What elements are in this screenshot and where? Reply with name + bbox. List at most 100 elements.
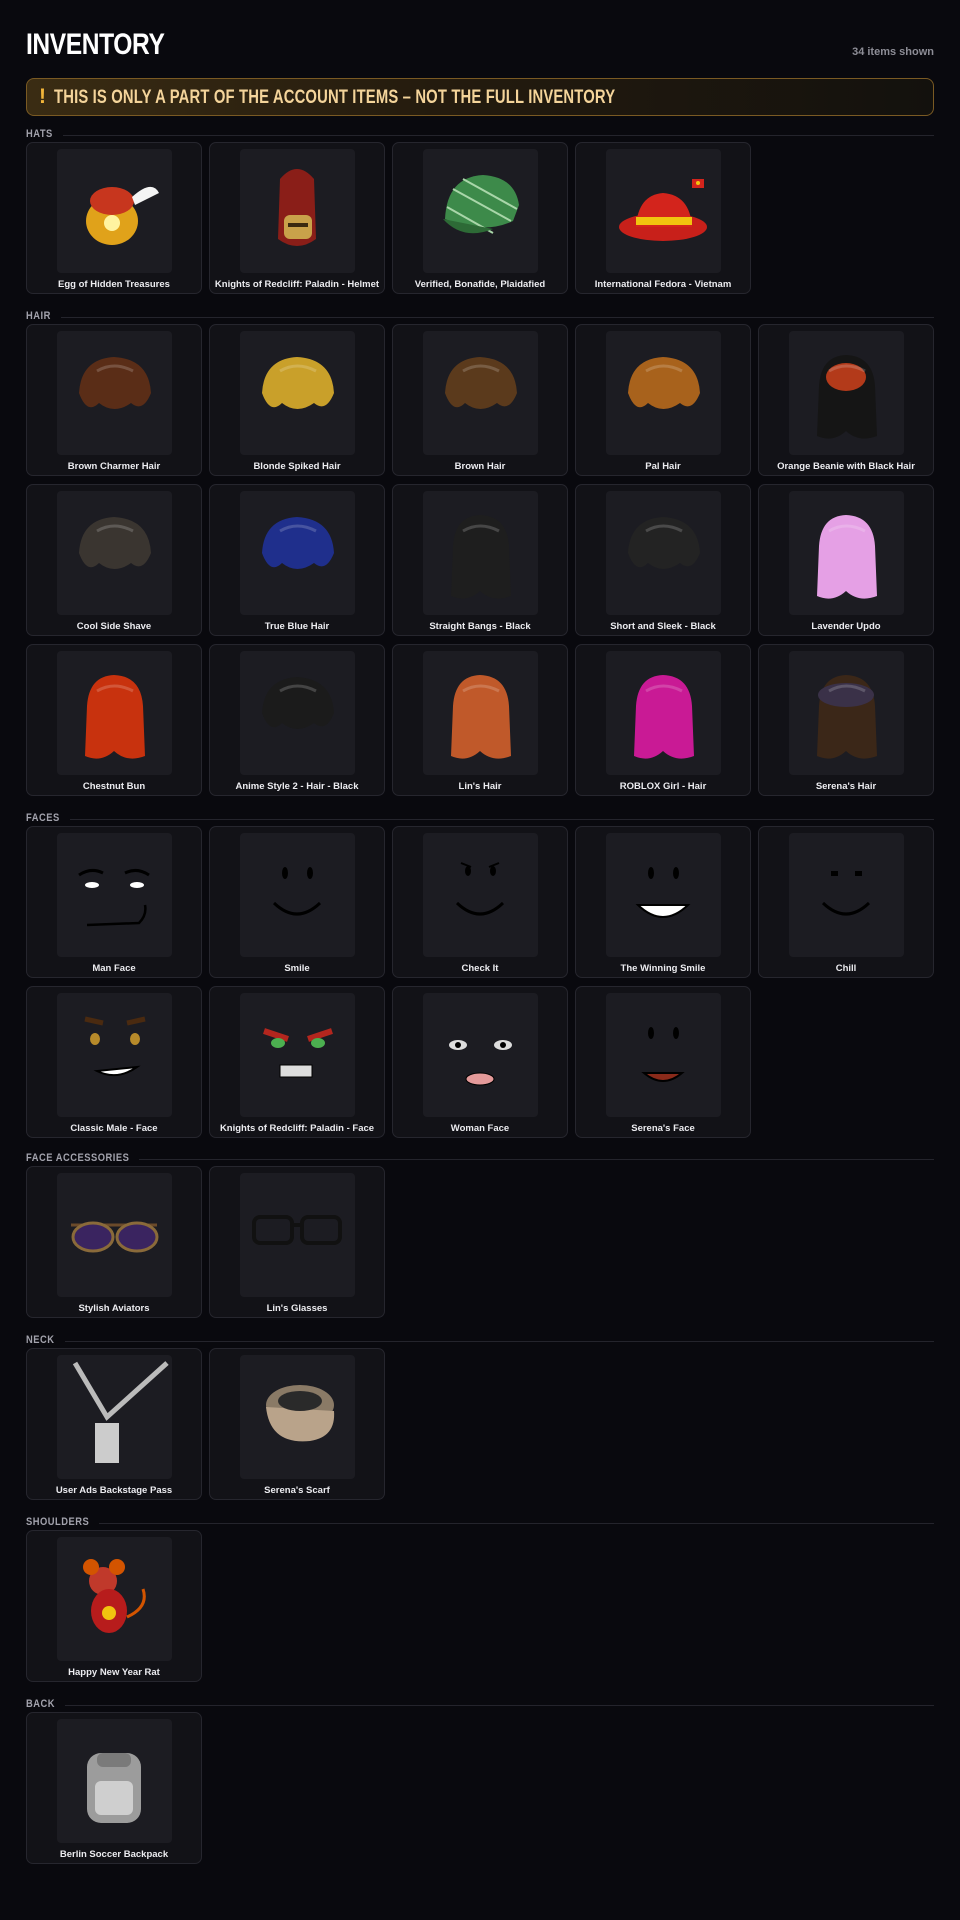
face-icon (57, 833, 172, 957)
item-card[interactable]: Brown Hair (392, 324, 568, 476)
face-icon (423, 993, 538, 1117)
item-card[interactable]: Orange Beanie with Black Hair (758, 324, 934, 476)
hair-icon (240, 651, 355, 775)
item-card[interactable]: Chill (758, 826, 934, 978)
item-card[interactable]: Knights of Redcliff: Paladin - Face (209, 986, 385, 1138)
item-card[interactable]: Happy New Year Rat (26, 1530, 202, 1682)
hair-icon (240, 331, 355, 455)
item-name: User Ads Backstage Pass (55, 1485, 173, 1496)
helmet-icon (240, 149, 355, 273)
item-name: Smile (284, 963, 310, 974)
item-card[interactable]: Woman Face (392, 986, 568, 1138)
item-card[interactable]: Pal Hair (575, 324, 751, 476)
item-name: True Blue Hair (264, 621, 330, 632)
section-hair: HAIR Brown Charmer Hair Blonde Spiked Hair… (26, 310, 934, 796)
item-name: Knights of Redcliff: Paladin - Face (219, 1123, 375, 1134)
section-title: FACES (26, 812, 60, 824)
section-faces: FACES Man Face Smile Check It The Winning Sm… (26, 812, 934, 1138)
item-card[interactable]: Anime Style 2 - Hair - Black (209, 644, 385, 796)
item-card[interactable]: Lin's Hair (392, 644, 568, 796)
item-card[interactable]: Stylish Aviators (26, 1166, 202, 1318)
item-name: The Winning Smile (620, 963, 706, 974)
section-header: NECK (26, 1334, 934, 1348)
item-card[interactable]: Serena's Face (575, 986, 751, 1138)
item-name: Lin's Hair (458, 781, 502, 792)
item-card[interactable]: Chestnut Bun (26, 644, 202, 796)
section-title: HATS (26, 128, 53, 140)
section-divider (62, 135, 934, 136)
hair-icon (240, 491, 355, 615)
beanie-hair-icon (789, 331, 904, 455)
item-card[interactable]: Serena's Scarf (209, 1348, 385, 1500)
section-divider (69, 819, 934, 820)
section-header: BACK (26, 1698, 934, 1712)
item-card[interactable]: Smile (209, 826, 385, 978)
item-card[interactable]: Short and Sleek - Black (575, 484, 751, 636)
item-name: Check It (461, 963, 499, 974)
item-name: Lavender Updo (811, 621, 881, 632)
face-icon (789, 833, 904, 957)
section-title: HAIR (26, 310, 51, 322)
item-card[interactable]: Blonde Spiked Hair (209, 324, 385, 476)
section-title: FACE ACCESSORIES (26, 1152, 130, 1164)
section-header: SHOULDERS (26, 1516, 934, 1530)
long-hair-icon (423, 651, 538, 775)
item-card[interactable]: True Blue Hair (209, 484, 385, 636)
item-card[interactable]: Egg of Hidden Treasures (26, 142, 202, 294)
sunglasses-icon (57, 1173, 172, 1297)
warning-icon: ! (39, 85, 46, 108)
item-name: Anime Style 2 - Hair - Black (235, 781, 359, 792)
item-name: Serena's Face (631, 1123, 695, 1134)
item-card[interactable]: Serena's Hair (758, 644, 934, 796)
item-name: Chestnut Bun (82, 781, 146, 792)
lanyard-icon (57, 1355, 172, 1479)
item-name: Lin's Glasses (266, 1303, 328, 1314)
item-count: 34 items shown (852, 46, 934, 58)
section-divider (65, 1705, 934, 1706)
item-card[interactable]: Brown Charmer Hair (26, 324, 202, 476)
item-name: Short and Sleek - Black (610, 621, 716, 632)
section-title: BACK (26, 1698, 56, 1710)
item-name: Chill (835, 963, 857, 974)
item-name: Knights of Redcliff: Paladin - Helmet (214, 279, 380, 290)
section-face-accessories: FACE ACCESSORIES Stylish Aviators Lin's Gl… (26, 1152, 934, 1318)
item-card[interactable]: International Fedora - Vietnam (575, 142, 751, 294)
item-card[interactable]: Berlin Soccer Backpack (26, 1712, 202, 1864)
item-card[interactable]: ROBLOX Girl - Hair (575, 644, 751, 796)
item-name: Serena's Scarf (264, 1485, 330, 1496)
item-name: Straight Bangs - Black (429, 621, 531, 632)
item-name: Cool Side Shave (76, 621, 152, 632)
item-card[interactable]: Classic Male - Face (26, 986, 202, 1138)
rat-icon (57, 1537, 172, 1661)
item-card[interactable]: Check It (392, 826, 568, 978)
item-name: Orange Beanie with Black Hair (777, 461, 915, 472)
item-card[interactable]: Lavender Updo (758, 484, 934, 636)
section-title: NECK (26, 1334, 55, 1346)
item-card[interactable]: Man Face (26, 826, 202, 978)
face-icon (240, 833, 355, 957)
section-title: SHOULDERS (26, 1516, 90, 1528)
section-hats: HATS Egg of Hidden Treasures Knights of Re… (26, 128, 934, 294)
item-card[interactable]: Verified, Bonafide, Plaidafied (392, 142, 568, 294)
face-icon (57, 993, 172, 1117)
hair-icon (606, 331, 721, 455)
face-icon (240, 993, 355, 1117)
item-name: Berlin Soccer Backpack (59, 1849, 169, 1860)
hair-icon (606, 491, 721, 615)
section-divider (64, 1341, 934, 1342)
item-card[interactable]: The Winning Smile (575, 826, 751, 978)
item-card[interactable]: Knights of Redcliff: Paladin - Helmet (209, 142, 385, 294)
section-divider (60, 317, 934, 318)
item-card[interactable]: Cool Side Shave (26, 484, 202, 636)
item-name: Stylish Aviators (78, 1303, 150, 1314)
section-divider (99, 1523, 934, 1524)
item-card[interactable]: Lin's Glasses (209, 1166, 385, 1318)
section-header: FACES (26, 812, 934, 826)
item-name: Serena's Hair (815, 781, 877, 792)
section-header: FACE ACCESSORIES (26, 1152, 934, 1166)
item-card[interactable]: User Ads Backstage Pass (26, 1348, 202, 1500)
item-name: Verified, Bonafide, Plaidafied (414, 279, 546, 290)
item-card[interactable]: Straight Bangs - Black (392, 484, 568, 636)
item-name: Brown Charmer Hair (67, 461, 161, 472)
face-icon (423, 833, 538, 957)
